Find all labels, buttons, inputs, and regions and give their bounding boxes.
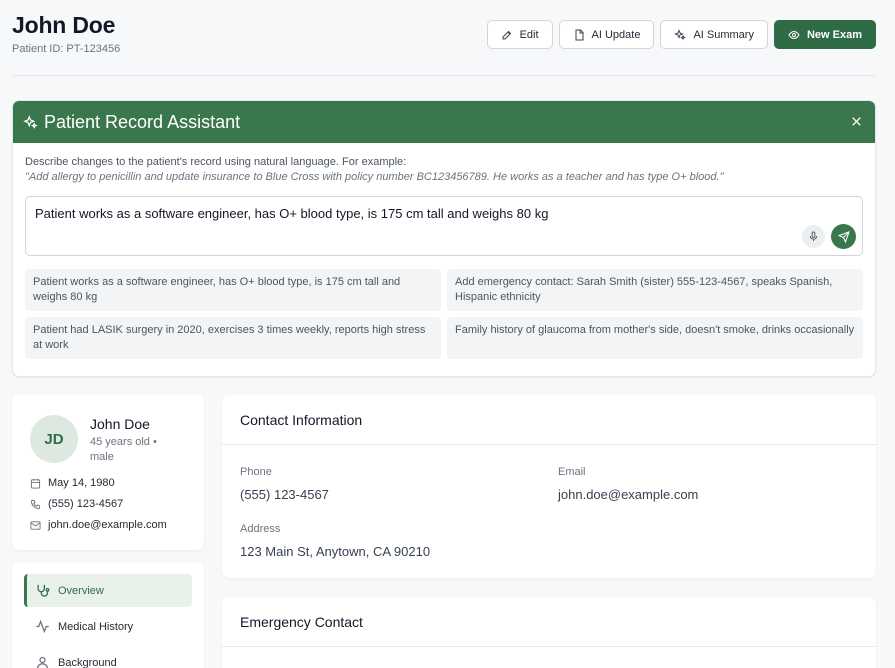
close-icon[interactable] <box>850 115 863 128</box>
microphone-button[interactable] <box>802 225 825 248</box>
edit-button[interactable]: Edit <box>486 20 553 49</box>
edit-button-label: Edit <box>519 28 539 41</box>
assistant-input-value: Patient works as a software engineer, ha… <box>35 206 549 221</box>
avatar: JD <box>30 415 78 463</box>
patient-profile-card: JD John Doe 45 years old • male May 14, … <box>12 395 204 550</box>
microphone-icon <box>809 231 818 242</box>
ai-summary-button[interactable]: AI Summary <box>660 20 768 49</box>
profile-name: John Doe <box>90 416 150 432</box>
emergency-contact-card: Emergency Contact <box>222 597 876 668</box>
assistant-input[interactable]: Patient works as a software engineer, ha… <box>25 196 863 256</box>
phone-label: Phone <box>240 466 272 478</box>
assistant-example: "Add allergy to penicillin and update in… <box>25 171 724 183</box>
email-value: john.doe@example.com <box>558 487 699 502</box>
email-label: Email <box>558 466 586 478</box>
send-button[interactable] <box>831 224 856 249</box>
suggestion-chip[interactable]: Add emergency contact: Sarah Smith (sist… <box>447 269 863 311</box>
new-exam-button-label: New Exam <box>806 28 862 41</box>
contact-information-card: Contact Information Phone (555) 123-4567… <box>222 395 876 578</box>
phone-icon <box>30 499 41 509</box>
profile-email-row: john.doe@example.com <box>30 519 167 531</box>
profile-email: john.doe@example.com <box>48 519 167 531</box>
patient-header: John Doe Patient ID: PT-123456 Edit AI U… <box>12 12 876 55</box>
address-label: Address <box>240 523 281 535</box>
assistant-title: Patient Record Assistant <box>44 111 241 132</box>
profile-phone-row: (555) 123-4567 <box>30 498 123 510</box>
calendar-icon <box>30 478 41 489</box>
patient-record-assistant: Patient Record Assistant Describe change… <box>12 100 876 377</box>
document-icon <box>575 29 584 40</box>
suggestion-chip[interactable]: Family history of glaucoma from mother's… <box>447 317 863 359</box>
profile-phone: (555) 123-4567 <box>48 498 124 510</box>
ai-update-button-label: AI Update <box>591 28 641 41</box>
stethoscope-icon <box>37 584 50 597</box>
profile-dob: May 14, 1980 <box>48 477 115 489</box>
header-actions: Edit AI Update AI Summary New Exam <box>486 20 876 49</box>
emergency-card-title: Emergency Contact <box>222 597 876 647</box>
patient-nav: Overview Medical History Background <box>12 563 204 668</box>
mail-icon <box>30 520 41 530</box>
sparkles-icon <box>674 28 687 40</box>
profile-dob-row: May 14, 1980 <box>30 477 115 489</box>
user-icon <box>36 656 49 668</box>
nav-item-overview[interactable]: Overview <box>24 574 192 607</box>
address-value: 123 Main St, Anytown, CA 90210 <box>240 544 431 559</box>
header-divider <box>12 75 876 76</box>
phone-value: (555) 123-4567 <box>240 487 329 502</box>
nav-item-background[interactable]: Background <box>24 646 192 668</box>
assistant-body: Describe changes to the patient's record… <box>13 143 875 359</box>
nav-item-label: Medical History <box>58 620 134 633</box>
eye-icon <box>788 30 800 39</box>
activity-icon <box>36 619 49 634</box>
suggestion-chip[interactable]: Patient had LASIK surgery in 2020, exerc… <box>25 317 441 359</box>
send-icon <box>837 230 850 243</box>
profile-age-gender: 45 years old • male <box>90 436 157 463</box>
new-exam-button[interactable]: New Exam <box>773 20 876 49</box>
assistant-header: Patient Record Assistant <box>13 101 875 143</box>
ai-update-button[interactable]: AI Update <box>558 20 655 49</box>
contact-card-title: Contact Information <box>222 395 876 445</box>
sparkles-icon <box>23 114 38 129</box>
nav-item-label: Background <box>58 656 117 668</box>
nav-item-medical-history[interactable]: Medical History <box>24 610 192 643</box>
nav-item-label: Overview <box>58 584 104 597</box>
ai-summary-button-label: AI Summary <box>693 28 754 41</box>
edit-icon <box>502 30 511 39</box>
suggestion-list: Patient works as a software engineer, ha… <box>25 269 863 359</box>
input-actions <box>802 224 856 249</box>
suggestion-chip[interactable]: Patient works as a software engineer, ha… <box>25 269 441 311</box>
assistant-hint: Describe changes to the patient's record… <box>25 156 407 168</box>
